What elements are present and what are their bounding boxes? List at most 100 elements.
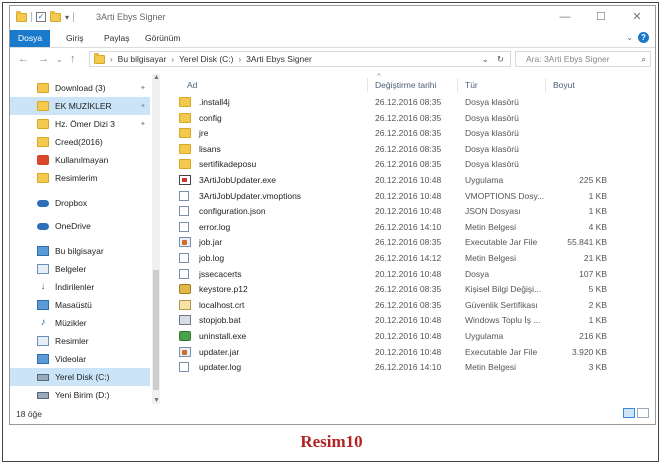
videos-icon (37, 354, 49, 364)
forward-arrow-icon[interactable]: → (38, 53, 49, 65)
tab-view[interactable]: Görünüm (145, 30, 180, 47)
sidebar-item[interactable]: Resimler (10, 332, 150, 350)
file-type: Executable Jar File (465, 346, 538, 357)
column-header-size[interactable]: Boyut (553, 76, 575, 94)
file-row[interactable]: configuration.json 20.12.2016 10:48 JSON D… (167, 204, 637, 219)
file-icon (179, 175, 191, 185)
window-controls: — ☐ ✕ (547, 6, 655, 28)
file-type: Dosya klasörü (465, 97, 519, 107)
file-row[interactable]: 3ArtiJobUpdater.vmoptions 20.12.2016 10:4… (167, 189, 637, 204)
file-icon (179, 362, 189, 373)
refresh-icon[interactable]: ↻ (497, 54, 504, 65)
column-header-type[interactable]: Tür (465, 76, 478, 94)
sidebar-item[interactable]: Bu bilgisayar (10, 242, 150, 260)
large-icons-view-icon[interactable] (637, 408, 649, 418)
tab-home[interactable]: Giriş (66, 30, 83, 47)
file-row[interactable]: lisans 26.12.2016 08:35 Dosya klasörü (167, 142, 637, 157)
address-bar[interactable]: › Bu bilgisayar › Yerel Disk (C:) › 3Art… (89, 51, 511, 67)
file-row[interactable]: updater.jar 20.12.2016 10:48 Executable Ja… (167, 345, 637, 360)
file-name: updater.jar (199, 346, 240, 357)
nav-scrollbar[interactable]: ▲ ▼ (152, 74, 160, 404)
pin-icon[interactable]: ✦ (140, 120, 146, 128)
recent-locations-icon[interactable]: ⌄ (56, 55, 63, 64)
file-row[interactable]: config 26.12.2016 08:35 Dosya klasörü (167, 111, 637, 126)
scroll-thumb[interactable] (153, 270, 159, 390)
drive-icon (37, 391, 49, 399)
file-date: 20.12.2016 10:48 (375, 190, 442, 201)
dropbox-icon (37, 199, 49, 207)
file-name: jre (199, 128, 209, 139)
file-name: 3ArtiJobUpdater.vmoptions (199, 190, 302, 201)
sidebar-item-label: İndirilenler (55, 282, 95, 292)
file-icon (179, 331, 191, 341)
sidebar-item[interactable]: Kullanılmayan (10, 151, 150, 169)
sidebar-item[interactable]: Videolar (10, 350, 150, 368)
sidebar-item[interactable]: Resimlerim (10, 169, 150, 187)
file-row[interactable]: stopjob.bat 20.12.2016 10:48 Windows Toplu… (167, 313, 637, 328)
sidebar-item[interactable]: Masaüstü (10, 296, 150, 314)
file-row[interactable]: 3ArtiJobUpdater.exe 20.12.2016 10:48 Uygul… (167, 173, 637, 188)
file-type: Kişisel Bilgi Değişi... (465, 284, 542, 295)
close-button[interactable]: ✕ (619, 6, 655, 28)
sidebar-item[interactable]: ↓ İndirilenler (10, 278, 150, 296)
maximize-button[interactable]: ☐ (583, 6, 619, 28)
file-row[interactable]: jssecacerts 20.12.2016 10:48 Dosya 107 KB (167, 267, 637, 282)
file-row[interactable]: sertifikadeposu 26.12.2016 08:35 Dosya kla… (167, 157, 637, 172)
sidebar-item[interactable]: OneDrive (10, 217, 150, 235)
folder-icon (179, 112, 191, 123)
customize-toolbar-icon[interactable]: ▾ (65, 13, 69, 22)
title-bar: ✓ ▾ 3Arti Ebys Signer — ☐ ✕ (10, 6, 655, 30)
sidebar-item[interactable]: Yerel Disk (C:) (10, 368, 150, 386)
up-arrow-icon[interactable]: ↑ (70, 53, 76, 65)
office-icon (37, 155, 49, 165)
expand-ribbon-icon[interactable]: ⌄ (626, 33, 633, 42)
breadcrumb-current-folder[interactable]: 3Arti Ebys Signer (246, 54, 312, 64)
file-row[interactable]: uninstall.exe 20.12.2016 10:48 Uygulama 216… (167, 329, 637, 344)
new-folder-icon[interactable] (50, 10, 61, 22)
file-type: Güvenlik Sertifikası (465, 299, 538, 310)
file-row[interactable]: .install4j 26.12.2016 08:35 Dosya klasörü (167, 95, 637, 110)
chevron-down-icon[interactable]: ⌄ (482, 54, 489, 65)
file-row[interactable]: updater.log 26.12.2016 14:10 Metin Belgesi… (167, 360, 637, 375)
file-row[interactable]: jre 26.12.2016 08:35 Dosya klasörü (167, 126, 637, 141)
address-bar-row: ← → ⌄ ↑ › Bu bilgisayar › Yerel Disk (C:… (10, 48, 655, 72)
file-row[interactable]: localhost.crt 26.12.2016 08:35 Güvenlik Se… (167, 298, 637, 313)
tab-share[interactable]: Paylaş (104, 30, 130, 47)
column-header-date[interactable]: Değiştirme tarihi (375, 76, 436, 94)
sidebar-item[interactable]: Download (3) ✦ (10, 79, 150, 97)
sidebar-item[interactable]: Hz. Ömer Dizi 3 ✦ (10, 115, 150, 133)
chevron-right-icon[interactable]: › (239, 55, 242, 64)
properties-icon[interactable]: ✓ (36, 12, 46, 22)
sidebar-item[interactable]: Dropbox (10, 194, 150, 212)
scroll-down-icon[interactable]: ▼ (153, 397, 160, 404)
file-type: Dosya klasörü (465, 159, 519, 170)
sidebar-item[interactable]: Creed(2016) (10, 133, 150, 151)
file-row[interactable]: job.jar 26.12.2016 08:35 Executable Jar Fi… (167, 235, 637, 250)
search-icon[interactable]: ⌕ (641, 52, 646, 66)
minimize-button[interactable]: — (547, 6, 583, 28)
help-icon[interactable]: ? (638, 32, 649, 43)
breadcrumb-this-pc[interactable]: Bu bilgisayar (118, 54, 167, 64)
pin-icon[interactable]: ✦ (140, 84, 146, 92)
file-row[interactable]: error.log 26.12.2016 14:10 Metin Belgesi 4 … (167, 220, 637, 235)
chevron-right-icon[interactable]: › (110, 55, 113, 64)
sidebar-item-label: OneDrive (55, 221, 91, 231)
pin-icon[interactable]: ✦ (140, 102, 146, 110)
sidebar-item[interactable]: Yeni Birim (D:) (10, 386, 150, 404)
file-type: Dosya klasörü (465, 128, 519, 139)
search-input[interactable]: Ara: 3Arti Ebys Signer ⌕ (515, 51, 651, 67)
scroll-up-icon[interactable]: ▲ (153, 74, 160, 81)
breadcrumb-local-disk[interactable]: Yerel Disk (C:) (179, 54, 233, 64)
file-date: 26.12.2016 08:35 (375, 237, 442, 248)
file-row[interactable]: job.log 26.12.2016 14:12 Metin Belgesi 21 K… (167, 251, 637, 266)
tab-file[interactable]: Dosya (10, 30, 51, 47)
column-header-name[interactable]: Ad (187, 76, 197, 94)
details-view-icon[interactable] (623, 408, 635, 418)
chevron-right-icon[interactable]: › (171, 55, 174, 64)
sidebar-item-label: Download (3) (55, 83, 106, 93)
back-arrow-icon[interactable]: ← (18, 53, 29, 65)
sidebar-item[interactable]: ♪ Müzikler (10, 314, 150, 332)
sidebar-item[interactable]: Belgeler (10, 260, 150, 278)
sidebar-item[interactable]: EK MUZİKLER ✦ (10, 97, 150, 115)
file-row[interactable]: keystore.p12 26.12.2016 08:35 Kişisel Bilg… (167, 282, 637, 297)
